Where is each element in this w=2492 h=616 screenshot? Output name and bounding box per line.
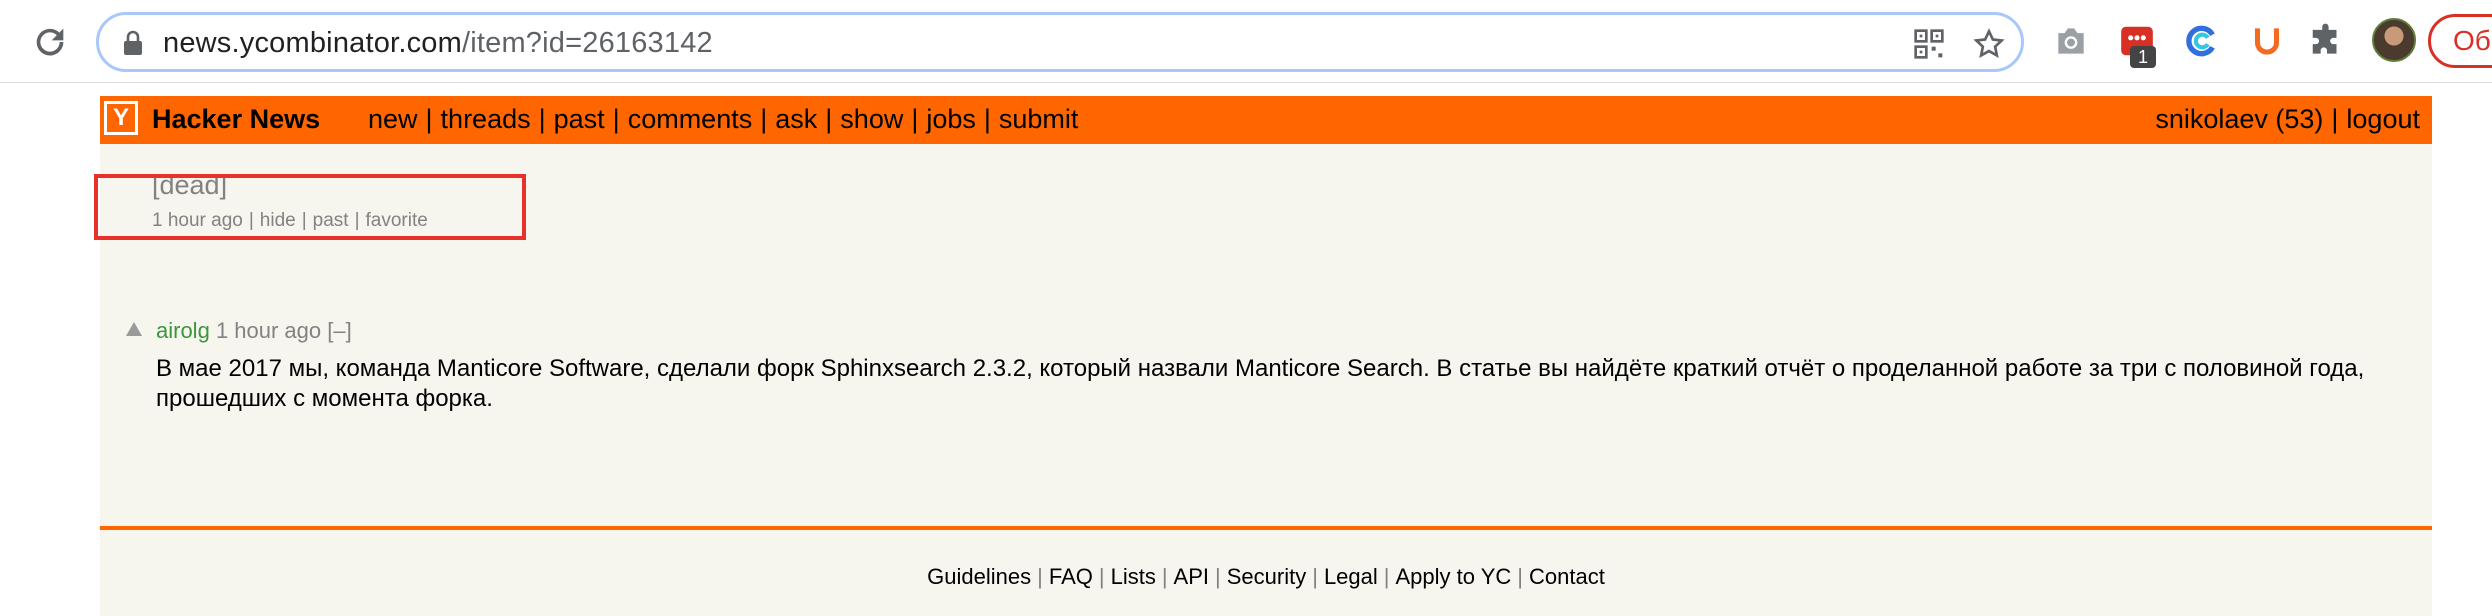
footer-guidelines[interactable]: Guidelines	[927, 564, 1031, 589]
browser-toolbar: news.ycombinator.com/item?id=26163142 1 …	[0, 0, 2492, 83]
comment-text: В мае 2017 мы, команда Manticore Softwar…	[156, 355, 2365, 412]
url-host: news.ycombinator.com	[163, 27, 462, 59]
footer-security[interactable]: Security	[1227, 564, 1306, 589]
footer-separator: |	[1098, 564, 1105, 589]
hn-site-title[interactable]: Hacker News	[152, 104, 320, 135]
hn-footer: Guidelines | FAQ | Lists | API | Security | Legal |…	[100, 564, 2432, 590]
nav-comments[interactable]: comments	[628, 104, 753, 134]
nav-separator: |	[425, 104, 433, 134]
nav-separator: |	[983, 104, 991, 134]
nav-separator: |	[612, 104, 620, 134]
footer-divider	[100, 526, 2432, 530]
qr-code-icon[interactable]	[1913, 28, 1945, 60]
annotation-highlight-box	[94, 174, 526, 240]
nav-threads[interactable]: threads	[441, 104, 531, 134]
nav-show[interactable]: show	[840, 104, 903, 134]
footer-legal[interactable]: Legal	[1324, 564, 1378, 589]
footer-separator: |	[1517, 564, 1523, 589]
footer-separator: |	[1037, 564, 1043, 589]
hn-header: Y Hacker News new | threads | past | comments |…	[100, 96, 2432, 144]
extensions-puzzle-icon[interactable]	[2308, 22, 2346, 60]
reload-icon[interactable]	[30, 22, 70, 62]
comment-header: airolg 1 hour ago [–]	[156, 318, 352, 344]
footer-separator: |	[1161, 564, 1168, 589]
logout-link[interactable]: logout	[2346, 104, 2420, 134]
nav-past[interactable]: past	[554, 104, 605, 134]
footer-separator: |	[1215, 564, 1221, 589]
nav-new[interactable]: new	[368, 104, 418, 134]
footer-separator: |	[1312, 564, 1318, 589]
hn-logo[interactable]: Y	[104, 101, 138, 135]
nav-separator: |	[538, 104, 546, 134]
nav-separator: |	[760, 104, 768, 134]
address-bar[interactable]: news.ycombinator.com/item?id=26163142	[96, 12, 2024, 72]
clickup-icon[interactable]	[2184, 22, 2222, 60]
footer-separator: |	[1383, 564, 1390, 589]
profile-avatar[interactable]	[2372, 18, 2416, 62]
user-link[interactable]: snikolaev (53)	[2155, 104, 2323, 134]
url-path: /item?id=26163142	[461, 27, 713, 59]
camera-icon[interactable]	[2052, 22, 2090, 60]
lock-icon[interactable]	[121, 30, 145, 56]
comment-user-link[interactable]: airolg	[156, 318, 210, 343]
update-button[interactable]: Об	[2428, 14, 2492, 68]
extension-badge: 1	[2130, 46, 2156, 68]
nav-submit[interactable]: submit	[999, 104, 1079, 134]
nav-jobs[interactable]: jobs	[926, 104, 976, 134]
nav-separator: |	[825, 104, 833, 134]
footer-lists[interactable]: Lists	[1111, 564, 1156, 589]
comment-collapse-toggle[interactable]: [–]	[327, 318, 351, 343]
nav-separator: |	[2331, 104, 2339, 134]
footer-apply-yc[interactable]: Apply to YC	[1396, 564, 1512, 589]
comment-age-link[interactable]: 1 hour ago	[216, 318, 321, 343]
url-text[interactable]: news.ycombinator.com/item?id=26163142	[163, 27, 713, 60]
footer-api[interactable]: API	[1174, 564, 1209, 589]
nav-ask[interactable]: ask	[775, 104, 817, 134]
footer-faq[interactable]: FAQ	[1049, 564, 1093, 589]
hn-nav: new | threads | past | comments | ask | show | jobs |…	[368, 104, 1078, 135]
upvote-arrow-icon[interactable]	[126, 322, 142, 336]
extension-u-icon[interactable]	[2248, 22, 2286, 60]
hn-user-area: snikolaev (53) | logout	[2155, 104, 2420, 135]
footer-contact[interactable]: Contact	[1529, 564, 1605, 589]
nav-separator: |	[911, 104, 919, 134]
bookmark-star-icon[interactable]	[1973, 28, 2005, 60]
